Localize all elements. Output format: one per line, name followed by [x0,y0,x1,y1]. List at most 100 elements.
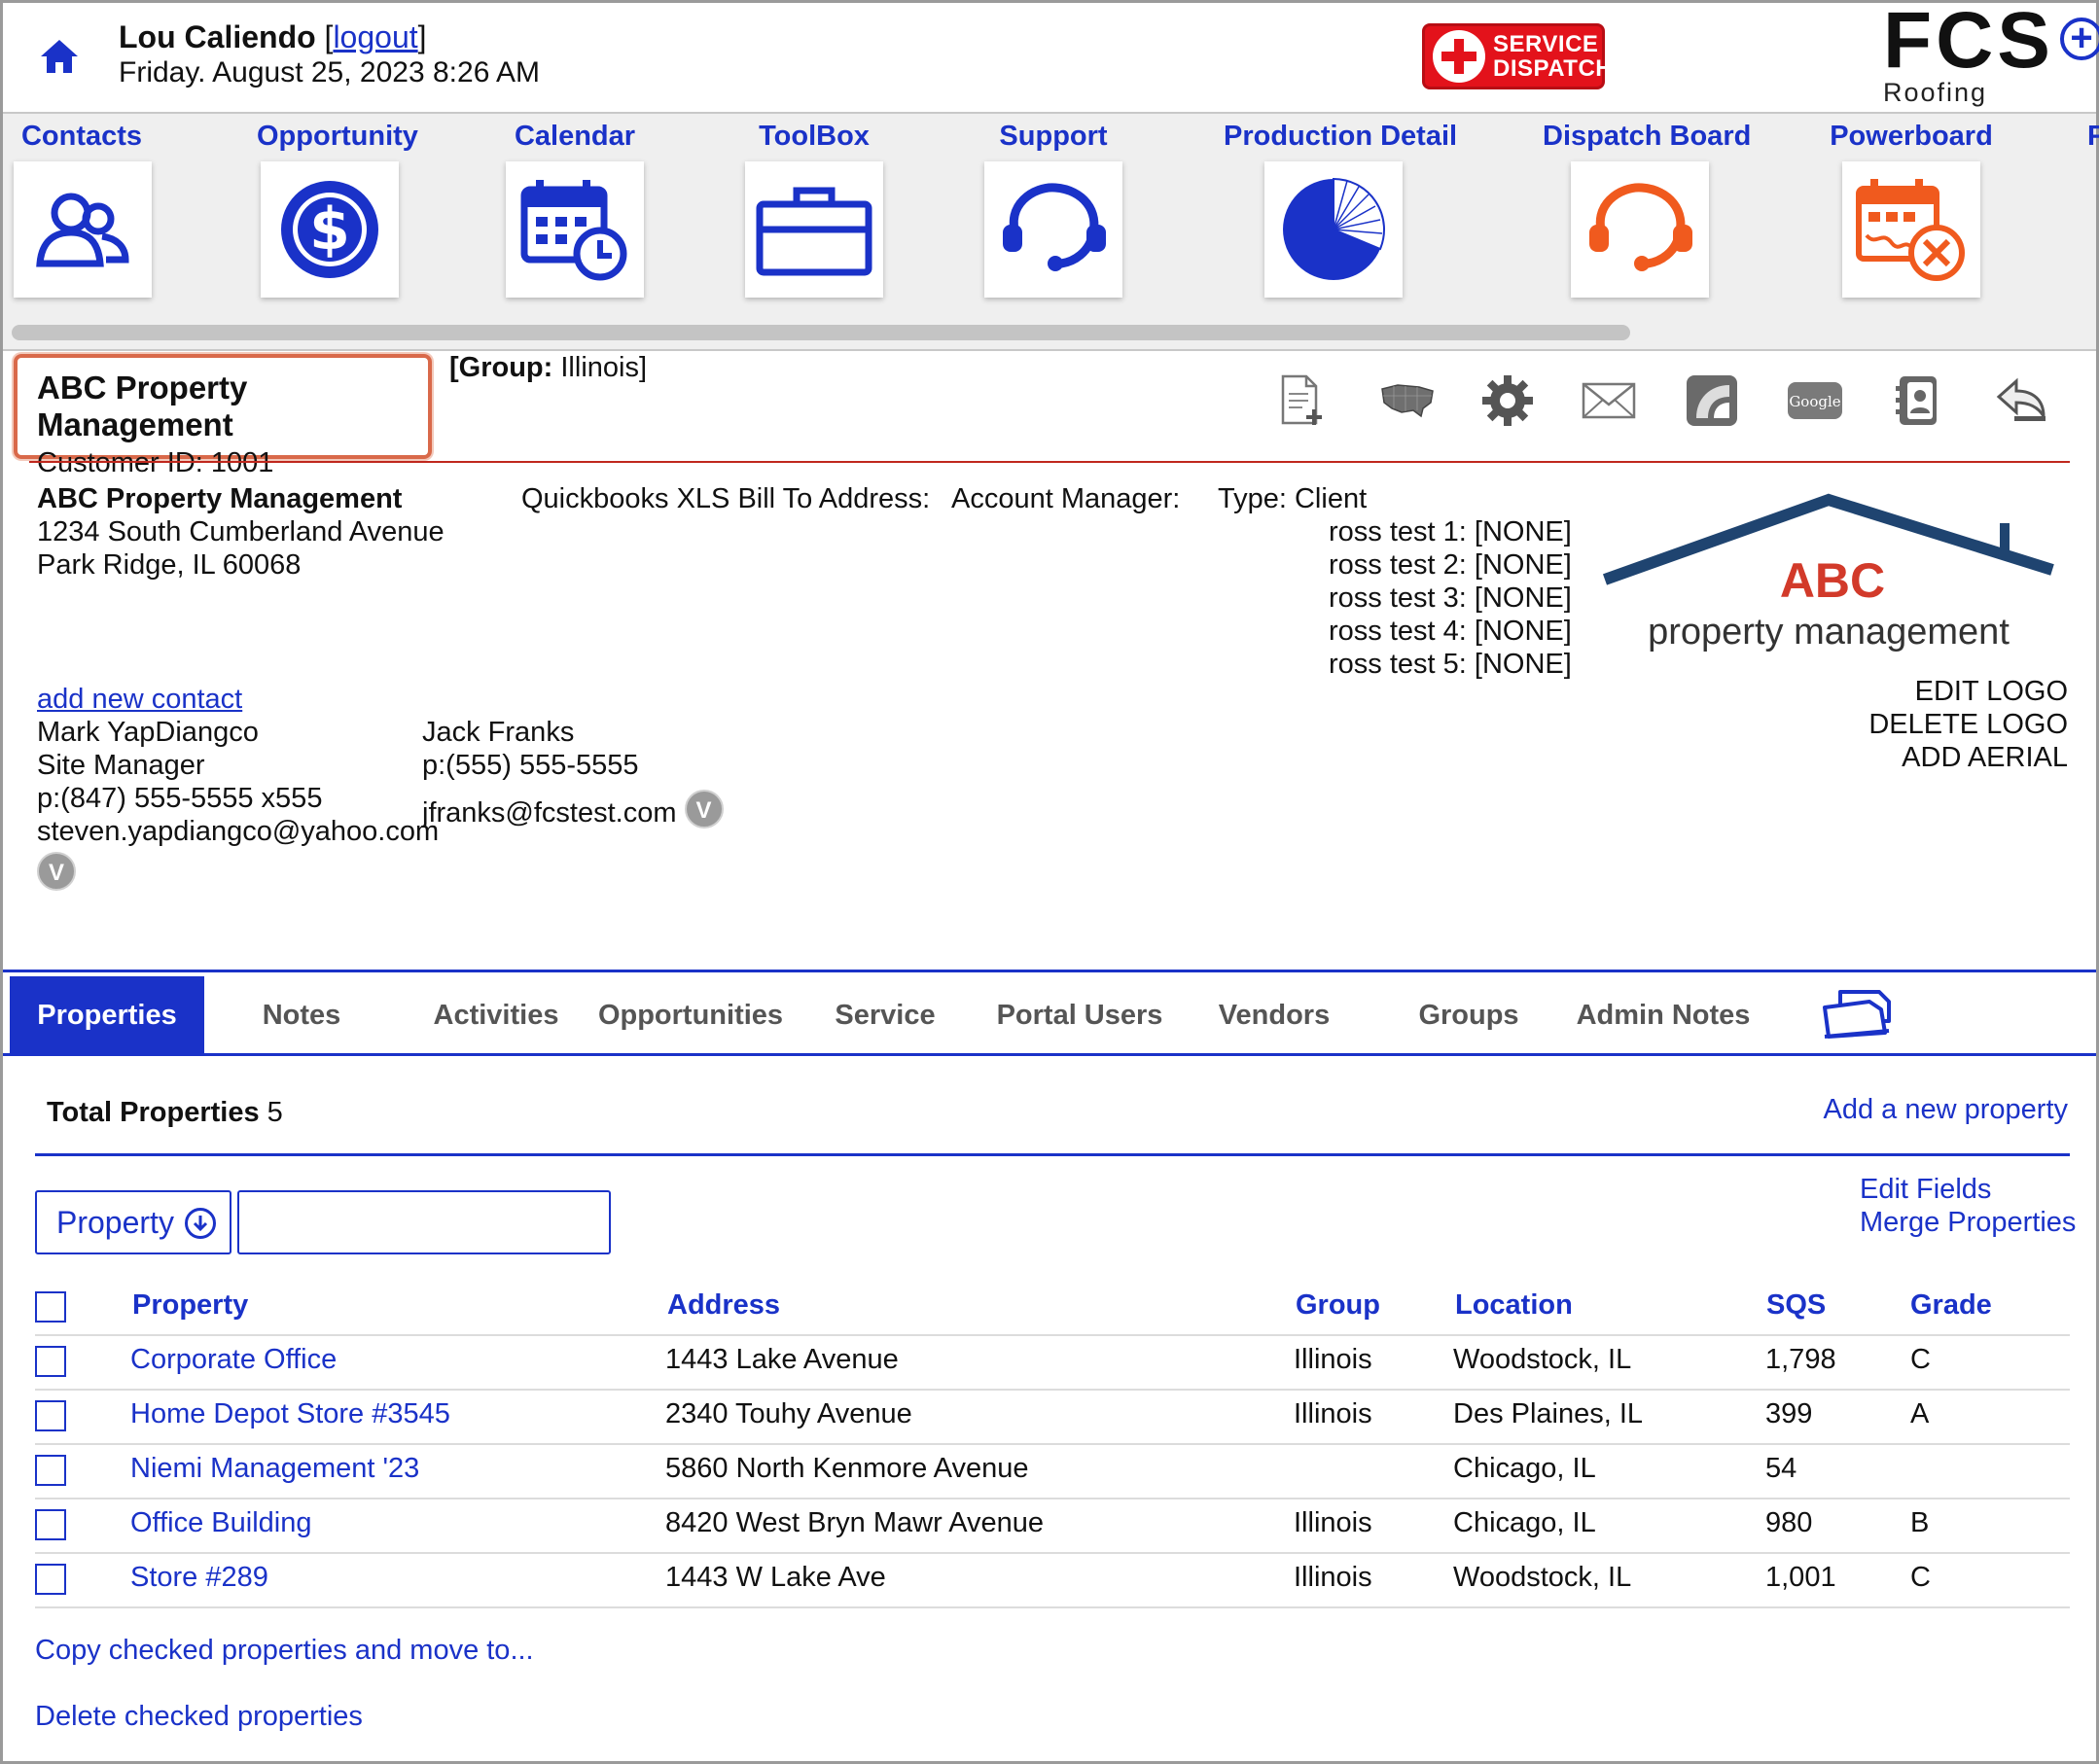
row-checkbox[interactable] [35,1509,66,1540]
nav-contacts-label: Contacts [20,121,143,152]
tab-properties[interactable]: Properties [10,976,204,1054]
column-header-location[interactable]: Location [1455,1289,1573,1322]
nav-opportunity[interactable]: Opportunity $ [257,115,418,298]
tab-bar-top-border [3,970,2096,972]
us-map-icon[interactable] [1377,373,1438,428]
total-properties-label: Total Properties [47,1097,260,1128]
contact-card: Mark YapDiangco Site Manager p:(847) 555… [37,716,439,891]
vcard-badge[interactable]: V [684,790,724,829]
row-checkbox[interactable] [35,1455,66,1486]
vcard-badge[interactable]: V [37,852,76,891]
contact-email[interactable]: steven.yapdiangco@yahoo.com [37,815,439,848]
briefcase-icon[interactable] [745,161,883,298]
logo-abc-text: ABC [1780,553,1885,608]
property-grade: C [1910,1344,1931,1375]
contact-card: Jack Franks p:(555) 555-5555 jfranks@fcs… [422,716,724,829]
account-type: Type: Client [1218,483,1368,514]
property-grade: A [1910,1398,1930,1429]
add-property-link[interactable]: Add a new property [1824,1093,2068,1126]
contact-name: Jack Franks [422,717,575,748]
account-divider [29,461,2070,463]
headset-icon[interactable] [984,161,1122,298]
nav-dispatch-board[interactable]: Dispatch Board [1543,115,1752,298]
logout-link[interactable]: logout [333,19,417,54]
nav-dispatch-board-label: Dispatch Board [1543,121,1752,152]
contact-phone: p:(555) 555-5555 [422,750,639,781]
property-location: Chicago, IL [1453,1507,1596,1538]
column-header-property[interactable]: Property [132,1289,248,1322]
service-dispatch-line2: DISPATCH [1493,55,1614,82]
edit-fields-link[interactable]: Edit Fields [1860,1173,1991,1206]
tab-admin-notes[interactable]: Admin Notes [1566,976,1761,1054]
contact-phone: p:(847) 555-5555 x555 [37,783,323,814]
google-icon[interactable]: Google [1786,373,1844,428]
add-aerial-link[interactable]: ADD AERIAL [1868,741,2068,774]
delete-logo-link[interactable]: DELETE LOGO [1868,708,2068,741]
property-name-link[interactable]: Corporate Office [130,1344,337,1376]
tab-notes[interactable]: Notes [224,976,379,1054]
pie-chart-icon[interactable] [1263,161,1403,298]
property-group: Illinois [1294,1398,1372,1429]
property-address: 1443 Lake Avenue [665,1344,899,1375]
new-document-icon[interactable] [1274,373,1329,428]
custom-field: ross test 4: [NONE] [1329,616,1572,647]
copy-checked-properties-link[interactable]: Copy checked properties and move to... [35,1634,534,1667]
column-header-sqs[interactable]: SQS [1766,1289,1826,1322]
user-name: Lou Caliendo [119,19,316,54]
column-header-group[interactable]: Group [1296,1289,1380,1322]
service-dispatch-button[interactable]: SERVICE DISPATCH [1422,23,1613,89]
tab-groups[interactable]: Groups [1391,976,1547,1054]
contact-email[interactable]: jfranks@fcstest.com [422,797,677,829]
folders-icon[interactable] [1821,988,1895,1041]
row-checkbox[interactable] [35,1400,66,1431]
calendar-tools-icon[interactable] [1842,161,1980,298]
property-name-link[interactable]: Store #289 [130,1562,268,1594]
add-new-contact-link[interactable]: add new contact [37,683,242,716]
gear-icon[interactable] [1480,373,1535,428]
select-all-checkbox[interactable] [35,1291,66,1323]
nav-powerboard[interactable]: Powerboard [1825,115,1998,298]
nav-more-label: F [2087,121,2099,152]
nav-calendar[interactable]: Calendar [506,115,644,298]
tab-opportunities[interactable]: Opportunities [593,976,788,1054]
nav-support[interactable]: Support [984,115,1122,298]
column-header-grade[interactable]: Grade [1910,1289,1992,1322]
nav-production-detail[interactable]: Production Detail [1224,115,1457,298]
column-header-address[interactable]: Address [667,1289,780,1322]
measure-icon[interactable] [1685,373,1739,428]
dispatch-headset-icon[interactable] [1571,161,1709,298]
dollar-icon[interactable]: $ [261,161,399,298]
tab-vendors[interactable]: Vendors [1196,976,1352,1054]
property-name-link[interactable]: Office Building [130,1507,311,1539]
property-name-link[interactable]: Niemi Management '23 [130,1453,419,1485]
merge-properties-link[interactable]: Merge Properties [1860,1206,2076,1239]
edit-logo-link[interactable]: EDIT LOGO [1868,675,2068,708]
calendar-icon[interactable] [506,161,644,298]
property-address: 5860 North Kenmore Avenue [665,1453,1029,1484]
tab-service[interactable]: Service [807,976,963,1054]
row-divider [35,1498,2070,1499]
nav-contacts[interactable]: Contacts [14,115,152,298]
mail-icon[interactable] [1582,373,1636,428]
contact-book-icon[interactable] [1891,373,1945,428]
nav-horizontal-scrollbar[interactable] [12,325,1630,340]
property-search-input[interactable] [237,1190,611,1254]
row-divider [35,1552,2070,1554]
tab-portal-users[interactable]: Portal Users [982,976,1177,1054]
group-label-key: [Group: [449,352,553,383]
nav-toolbox[interactable]: ToolBox [745,115,883,298]
custom-field: ross test 3: [NONE] [1329,582,1572,614]
home-icon[interactable] [39,37,80,76]
row-checkbox[interactable] [35,1564,66,1595]
property-name-link[interactable]: Home Depot Store #3545 [130,1398,450,1430]
row-checkbox[interactable] [35,1346,66,1377]
tab-activities[interactable]: Activities [409,976,584,1054]
custom-fields: ross test 1: [NONE] ross test 2: [NONE] … [1329,515,1572,681]
custom-field: ross test 1: [NONE] [1329,516,1572,547]
contacts-icon[interactable] [14,161,152,298]
delete-checked-properties-link[interactable]: Delete checked properties [35,1700,363,1733]
nav-more[interactable]: F [2087,115,2099,158]
property-filter-select[interactable]: Property [35,1190,231,1254]
reply-icon[interactable] [1994,373,2048,428]
property-group: Illinois [1294,1507,1372,1538]
